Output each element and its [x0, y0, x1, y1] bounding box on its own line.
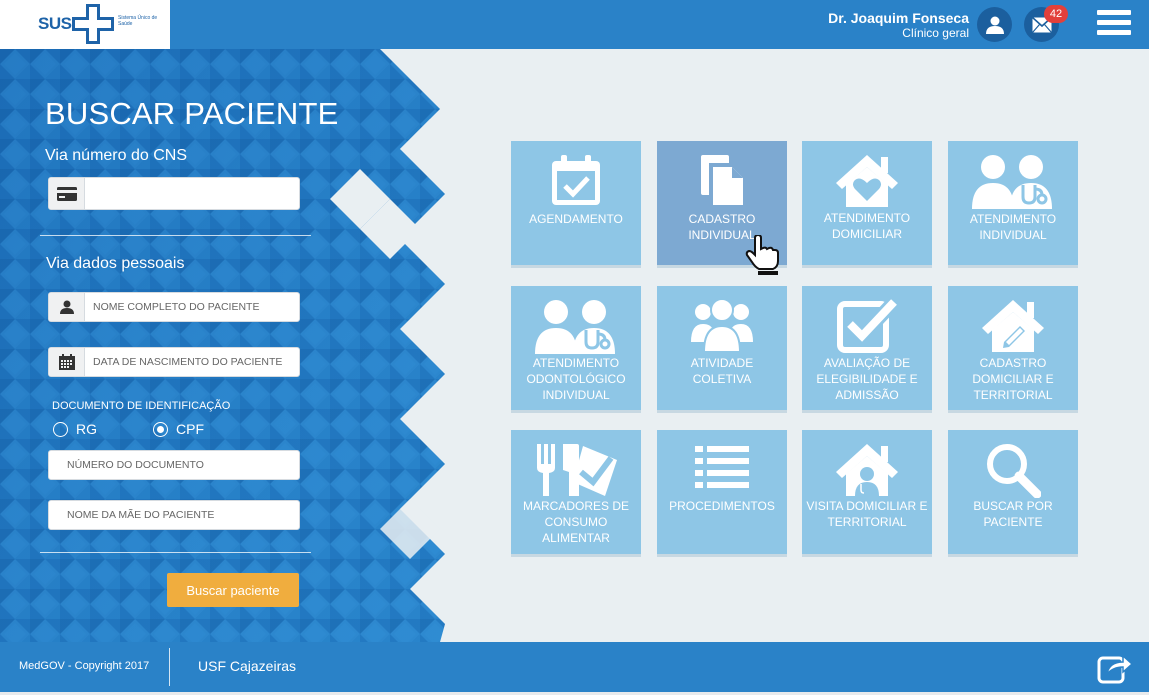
- tile-procedimentos[interactable]: PROCEDIMENTOS: [657, 430, 787, 557]
- checkbox-icon: [837, 298, 898, 353]
- tile-cadastro-domiciliar[interactable]: CADASTRO DOMICILIAR E TERRITORIAL: [948, 286, 1078, 413]
- cns-section-label: Via número do CNS: [45, 147, 187, 164]
- tile-label: MARCADORES DE CONSUMO ALIMENTAR: [522, 499, 629, 545]
- list-icon: [695, 446, 749, 488]
- tile-avaliacao-elegibilidade[interactable]: AVALIAÇÃO DE ELEGIBILIDADE E ADMISSÃO: [802, 286, 932, 413]
- hand-pointer-cursor-icon: [745, 235, 779, 275]
- birthdate-field[interactable]: [48, 347, 300, 377]
- tile-cadastro-individual[interactable]: CADASTRO INDIVIDUAL: [657, 141, 787, 275]
- house-heart-icon: [836, 155, 898, 207]
- document-number-input[interactable]: [49, 451, 299, 479]
- search-panel: BUSCAR PACIENTE Via número do CNS Via da…: [0, 49, 455, 642]
- sus-logo[interactable]: SUS Sistema Único de Saúde: [0, 0, 170, 49]
- tile-label: AGENDAMENTO: [529, 212, 623, 226]
- search-patient-button[interactable]: Buscar paciente: [167, 573, 299, 607]
- calendar-icon: [49, 348, 85, 376]
- tile-label: CADASTRO DOMICILIAR E TERRITORIAL: [972, 356, 1054, 402]
- tile-label: ATIVIDADE COLETIVA: [690, 356, 754, 386]
- tile-marcadores-consumo[interactable]: MARCADORES DE CONSUMO ALIMENTAR: [511, 430, 641, 557]
- radio-cpf-label: CPF: [176, 421, 204, 437]
- menu-bar-icon: [1097, 10, 1131, 15]
- person-icon: [49, 293, 85, 321]
- user-role: Clínico geral: [902, 26, 969, 40]
- personal-section-label: Via dados pessoais: [46, 255, 185, 272]
- house-pencil-icon: [982, 300, 1044, 352]
- radio-selected-icon: [153, 421, 168, 437]
- logo-text: SUS: [38, 14, 72, 33]
- cns-field[interactable]: [48, 177, 300, 210]
- tile-visita-domiciliar[interactable]: VISITA DOMICILIAR E TERRITORIAL: [802, 430, 932, 557]
- tile-label: ATENDIMENTO INDIVIDUAL: [969, 212, 1057, 242]
- document-type-label: DOCUMENTO DE IDENTIFICAÇÃO: [52, 400, 231, 412]
- user-name: Dr. Joaquim Fonseca: [828, 10, 969, 26]
- user-icon: [985, 16, 1004, 34]
- section-divider: [40, 552, 311, 553]
- tile-label: BUSCAR POR PACIENTE: [973, 499, 1053, 529]
- radio-cpf[interactable]: CPF: [153, 421, 204, 437]
- birthdate-input[interactable]: [85, 348, 299, 376]
- tile-atendimento-domiciliar[interactable]: ATENDIMENTO DOMICILIAR: [802, 141, 932, 268]
- logo-subtitle: Sistema Único de Saúde: [118, 15, 158, 27]
- house-person-icon: [836, 444, 898, 496]
- calendar-check-icon: [552, 155, 600, 205]
- radio-circle-icon: [53, 421, 68, 437]
- hamburger-menu-button[interactable]: [1097, 10, 1131, 38]
- copyright-text: MedGOV - Copyright 2017: [19, 660, 150, 672]
- diamond-mosaic-background: [0, 49, 455, 642]
- footer-divider: [169, 648, 170, 686]
- tile-buscar-por-paciente[interactable]: BUSCAR POR PACIENTE: [948, 430, 1078, 557]
- cns-input[interactable]: [85, 178, 299, 209]
- tile-label: PROCEDIMENTOS: [669, 499, 775, 513]
- health-unit-name: USF Cajazeiras: [198, 658, 297, 674]
- section-divider: [40, 235, 311, 236]
- name-input[interactable]: [85, 293, 299, 321]
- tile-label: ATENDIMENTO DOMICILIAR: [823, 211, 911, 241]
- tile-label: ATENDIMENTO ODONTOLÓGICO INDIVIDUAL: [526, 356, 626, 402]
- tile-label: VISITA DOMICILIAR E TERRITORIAL: [806, 499, 928, 529]
- card-icon: [49, 178, 85, 209]
- search-title: BUSCAR PACIENTE: [45, 96, 339, 131]
- document-number-field[interactable]: [48, 450, 300, 480]
- top-bar: SUS Sistema Único de Saúde Dr. Joaquim F…: [0, 0, 1149, 49]
- mother-name-input[interactable]: [49, 501, 299, 529]
- footer-bar: MedGOV - Copyright 2017 USF Cajazeiras: [0, 642, 1149, 692]
- menu-bar-icon: [1097, 30, 1131, 35]
- mother-name-field[interactable]: [48, 500, 300, 530]
- radio-rg[interactable]: RG: [53, 421, 97, 437]
- tile-atendimento-odontologico[interactable]: ATENDIMENTO ODONTOLÓGICO INDIVIDUAL: [511, 286, 641, 413]
- tile-label: AVALIAÇÃO DE ELEGIBILIDADE E ADMISSÃO: [816, 356, 918, 402]
- profile-button[interactable]: [977, 7, 1012, 42]
- cross-logo-icon: [72, 4, 114, 44]
- group-icon: [691, 298, 753, 352]
- mail-count-badge: 42: [1044, 5, 1068, 23]
- search-icon: [987, 444, 1041, 498]
- document-icon: [701, 155, 747, 209]
- radio-rg-label: RG: [76, 421, 97, 437]
- tile-atendimento-individual[interactable]: ATENDIMENTO INDIVIDUAL: [948, 141, 1078, 268]
- patient-doctor-icon: [535, 300, 615, 354]
- name-field[interactable]: [48, 292, 300, 322]
- tile-atividade-coletiva[interactable]: ATIVIDADE COLETIVA: [657, 286, 787, 413]
- logout-share-icon[interactable]: [1097, 650, 1133, 684]
- menu-bar-icon: [1097, 20, 1131, 25]
- patient-doctor-icon: [972, 155, 1052, 209]
- tile-agendamento[interactable]: AGENDAMENTO: [511, 141, 641, 268]
- fork-check-icon: [537, 444, 617, 496]
